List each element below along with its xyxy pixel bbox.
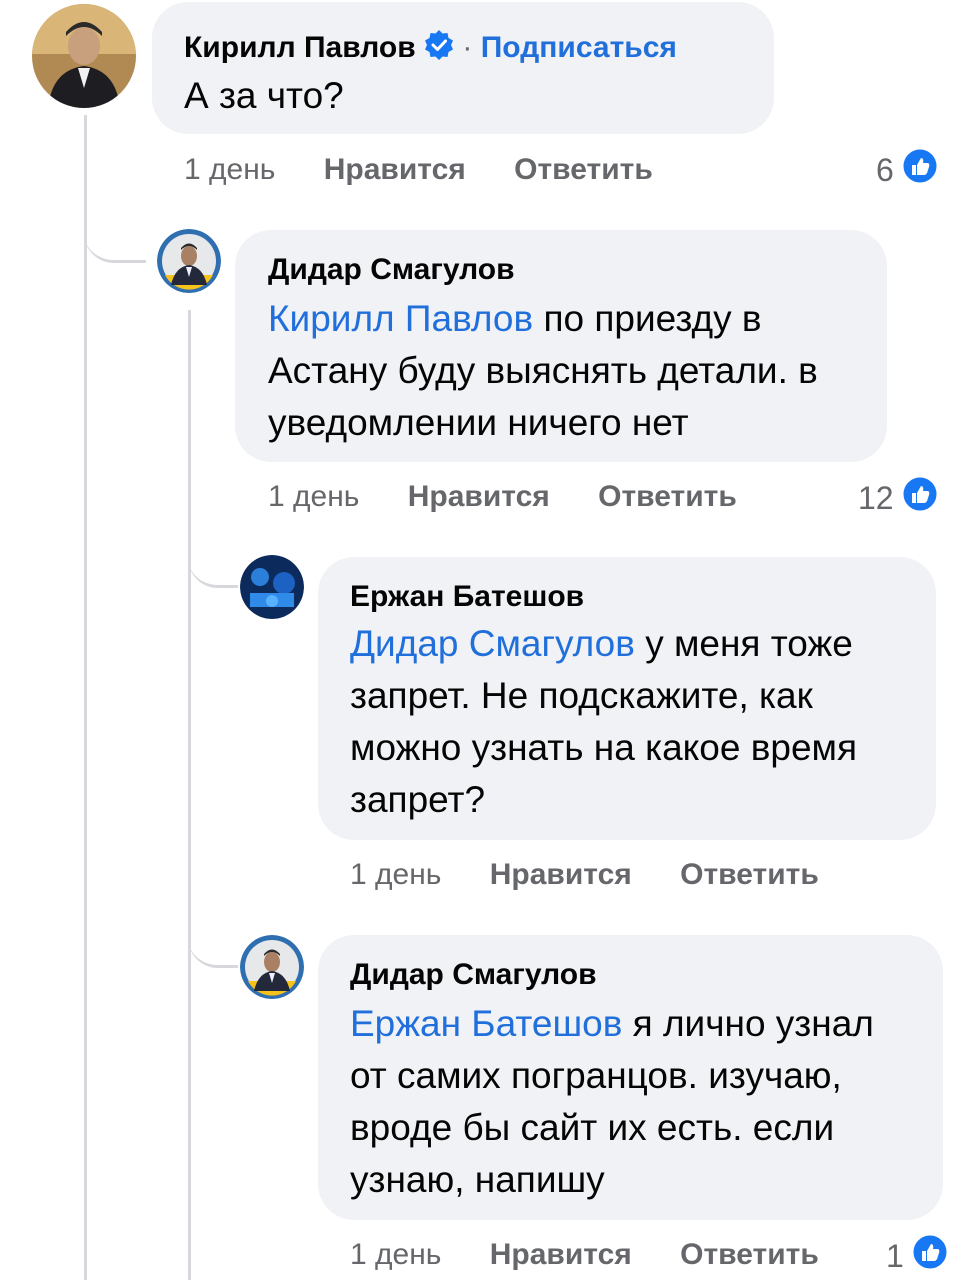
- avatar[interactable]: [240, 555, 304, 619]
- like-button[interactable]: Нравится: [490, 858, 632, 891]
- mention-link[interactable]: Дидар Смагулов: [350, 623, 635, 664]
- comment-time[interactable]: 1 день: [350, 858, 441, 891]
- avatar[interactable]: [157, 229, 221, 293]
- reply-button[interactable]: Ответить: [680, 1238, 819, 1271]
- comment-text-line: у меня тоже: [645, 623, 853, 664]
- reply-button[interactable]: Ответить: [680, 858, 819, 891]
- thread-curve-2: [188, 540, 238, 588]
- comment-meta: 1 день Нравится Ответить: [268, 480, 737, 514]
- comment-text-line: я лично узнал: [632, 1003, 874, 1044]
- like-icon: [900, 146, 940, 194]
- like-icon: [900, 474, 940, 522]
- comment-text: Ержан Батешов я лично узнал от самих пог…: [350, 998, 935, 1206]
- reaction-count: 1: [886, 1237, 904, 1274]
- like-button[interactable]: Нравится: [490, 1238, 632, 1271]
- comment-author[interactable]: Кирилл Павлов · Подписаться: [184, 30, 677, 68]
- avatar[interactable]: [32, 4, 136, 108]
- like-button[interactable]: Нравится: [324, 153, 466, 186]
- comment-text: Кирилл Павлов по приезду в Астану буду в…: [268, 293, 878, 449]
- like-button[interactable]: Нравится: [408, 480, 550, 513]
- mention-link[interactable]: Кирилл Павлов: [268, 298, 533, 339]
- comment-meta: 1 день Нравится Ответить: [184, 153, 653, 187]
- thread-curve-1: [84, 200, 146, 263]
- comment-time[interactable]: 1 день: [268, 480, 359, 513]
- thread-line-nested: [188, 310, 191, 1280]
- like-icon: [910, 1232, 950, 1280]
- reaction-count: 12: [858, 479, 894, 516]
- reaction-summary[interactable]: 1: [886, 1232, 950, 1280]
- comment-author[interactable]: Ержан Батешов: [350, 580, 584, 614]
- thread-curve-3: [188, 920, 238, 968]
- reaction-summary[interactable]: 6: [876, 146, 940, 194]
- author-name[interactable]: Кирилл Павлов: [184, 31, 416, 64]
- reaction-summary[interactable]: 12: [858, 474, 940, 522]
- comment-text-line: можно узнать на какое время: [350, 727, 857, 768]
- thread-line-main: [84, 115, 87, 1280]
- comment-author[interactable]: Дидар Смагулов: [350, 958, 597, 992]
- avatar[interactable]: [240, 935, 304, 999]
- reply-button[interactable]: Ответить: [598, 480, 737, 513]
- comment-author[interactable]: Дидар Смагулов: [268, 253, 515, 287]
- comment-time[interactable]: 1 день: [184, 153, 275, 186]
- comment-text-line: по приезду в: [543, 298, 762, 339]
- follow-link[interactable]: Подписаться: [481, 31, 677, 64]
- follow-separator: ·: [462, 30, 473, 64]
- comment-text-line: узнаю, напишу: [350, 1159, 605, 1200]
- comment-text-line: запрет?: [350, 779, 486, 820]
- comment-meta: 1 день Нравится Ответить: [350, 1238, 819, 1272]
- comment-text-line: вроде бы сайт их есть. если: [350, 1107, 835, 1148]
- comment-text-line: запрет. Не подскажите, как: [350, 675, 813, 716]
- comment-time[interactable]: 1 день: [350, 1238, 441, 1271]
- reaction-count: 6: [876, 151, 894, 188]
- comment-meta: 1 день Нравится Ответить: [350, 858, 819, 892]
- comment-text: А за что?: [184, 75, 344, 116]
- comment-text-line: от самих погранцов. изучаю,: [350, 1055, 842, 1096]
- comment-text-line: Астану буду выяснять детали. в: [268, 350, 818, 391]
- verified-badge-icon: [424, 30, 454, 68]
- reply-button[interactable]: Ответить: [514, 153, 653, 186]
- comment-text-line: уведомлении ничего нет: [268, 402, 689, 443]
- comment-text: Дидар Смагулов у меня тоже запрет. Не по…: [350, 618, 925, 826]
- mention-link[interactable]: Ержан Батешов: [350, 1003, 622, 1044]
